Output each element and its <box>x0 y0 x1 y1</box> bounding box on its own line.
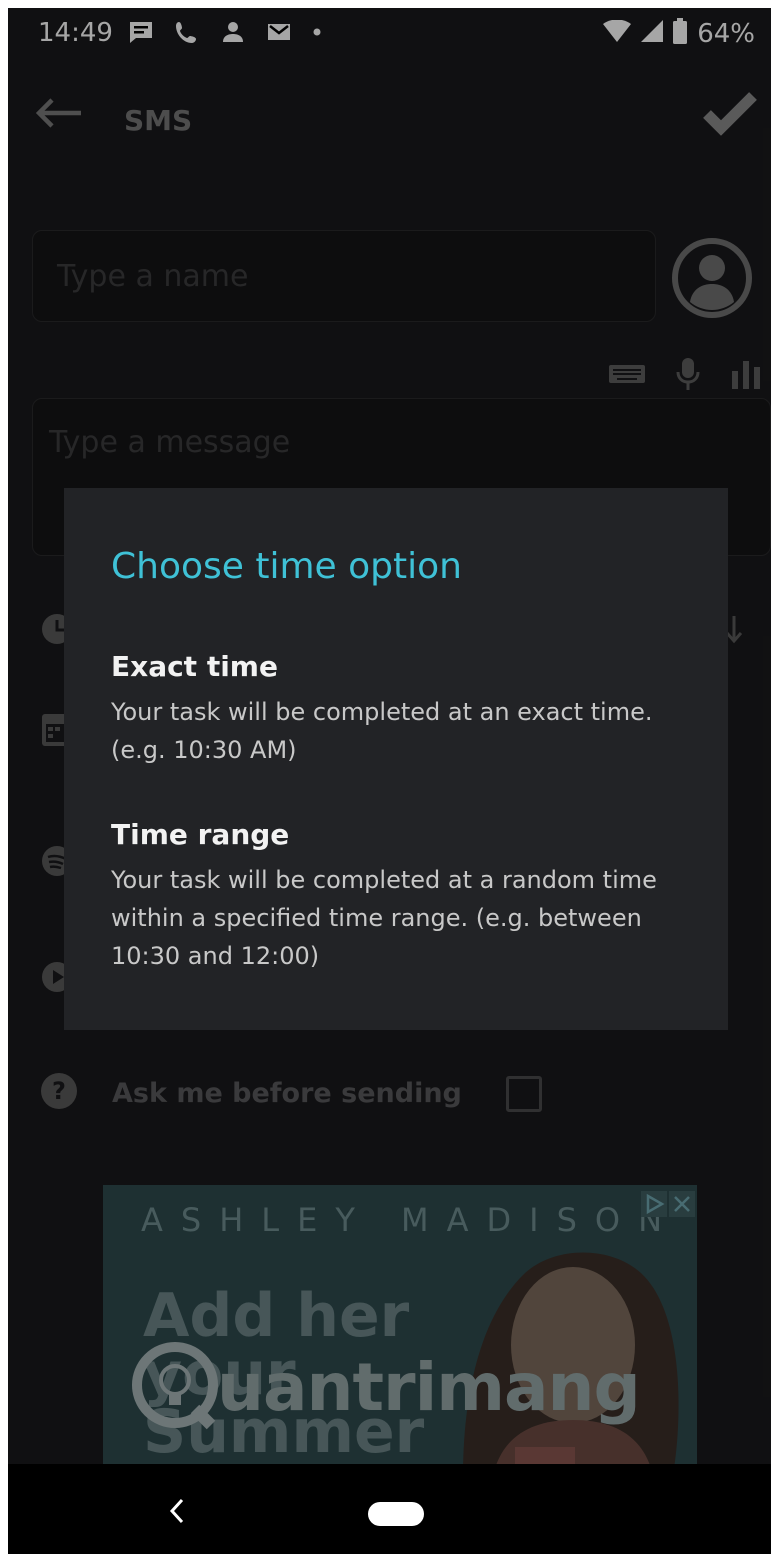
option-time-range[interactable]: Time range Your task will be completed a… <box>111 818 701 975</box>
choose-time-option-dialog: Choose time option Exact time Your task … <box>64 488 728 1030</box>
nav-back-icon[interactable] <box>166 1494 190 1533</box>
option-time-range-description: Your task will be completed at a random … <box>111 866 657 970</box>
option-time-range-title: Time range <box>111 818 290 851</box>
dialog-title: Choose time option <box>111 546 462 587</box>
option-exact-time[interactable]: Exact time Your task will be completed a… <box>111 650 701 769</box>
phone-screen: 14:49 64% SMS Type a name Type a message… <box>8 8 771 1554</box>
option-exact-time-description: Your task will be completed at an exact … <box>111 698 653 764</box>
sms-task-screen: 14:49 64% SMS Type a name Type a message… <box>8 8 771 1464</box>
option-exact-time-title: Exact time <box>111 650 278 683</box>
navigation-bar <box>8 1464 771 1554</box>
nav-home-button[interactable] <box>368 1502 424 1526</box>
